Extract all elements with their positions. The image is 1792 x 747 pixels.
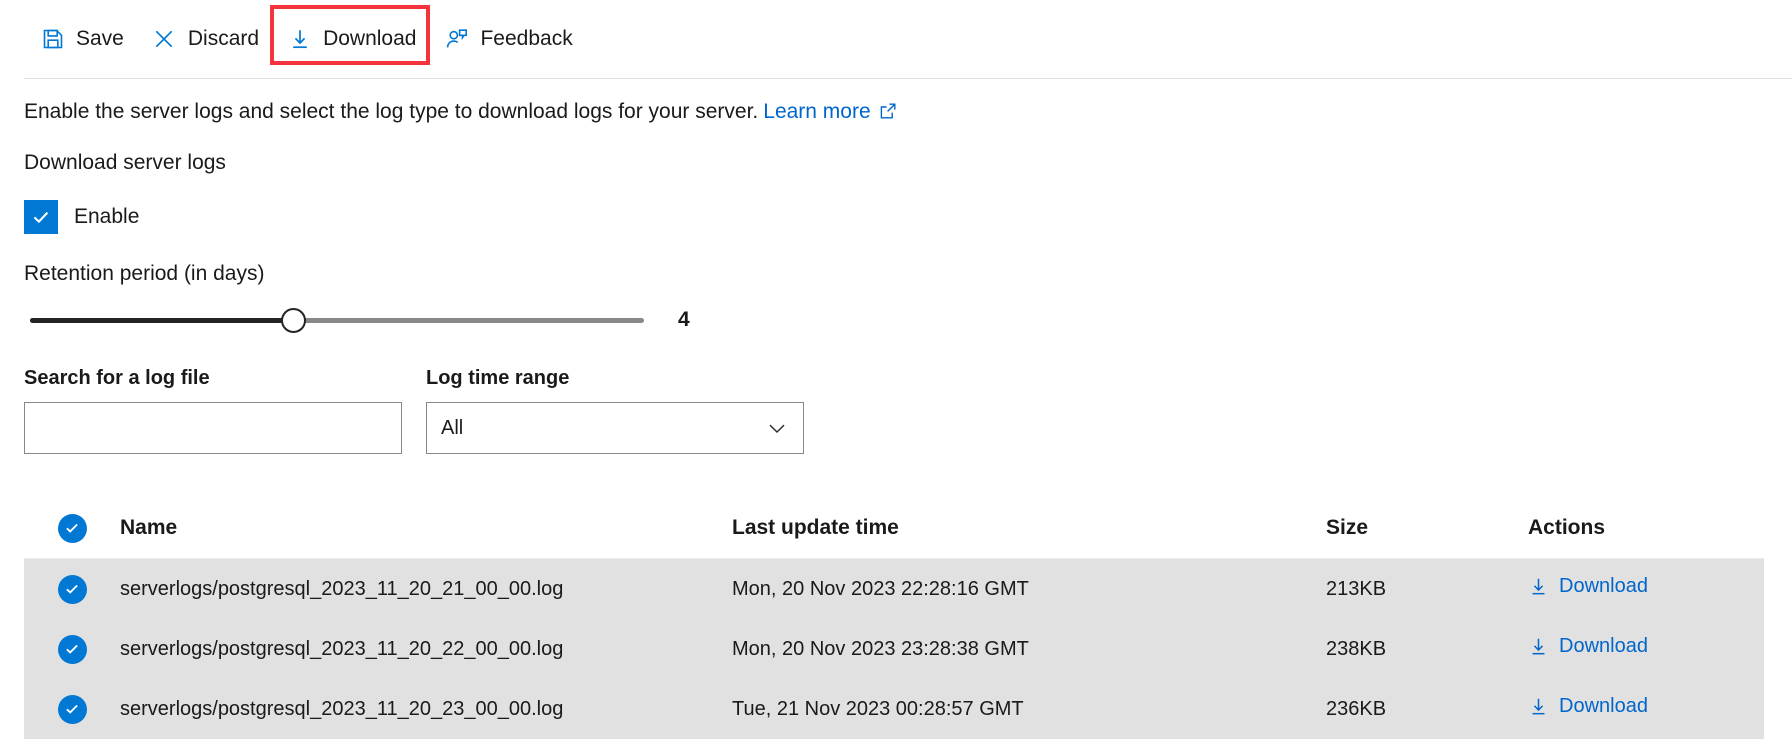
download-icon (1528, 696, 1549, 717)
column-header-size[interactable]: Size (1326, 516, 1528, 540)
retention-slider-row: 4 (24, 303, 1792, 337)
slider-thumb[interactable] (280, 308, 306, 333)
time-range-value: All (441, 416, 464, 439)
discard-label: Discard (187, 27, 260, 50)
cell-last-update: Mon, 20 Nov 2023 23:28:38 GMT (732, 637, 1029, 660)
chevron-down-icon (765, 416, 789, 440)
slider-fill (30, 318, 293, 323)
row-select-cell[interactable] (24, 694, 120, 724)
command-toolbar: Save Discard Download Feedback (0, 0, 1792, 79)
table-row[interactable]: serverlogs/postgresql_2023_11_20_21_00_0… (24, 559, 1764, 619)
cell-size: 236KB (1326, 697, 1387, 720)
retention-period-label: Retention period (in days) (24, 262, 265, 285)
feedback-icon (444, 27, 469, 52)
retention-value: 4 (678, 308, 690, 331)
row-select-cell[interactable] (24, 574, 120, 604)
column-header-name[interactable]: Name (120, 516, 732, 540)
save-icon (40, 27, 65, 52)
row-download-link[interactable]: Download (1528, 695, 1648, 718)
row-checkbox[interactable] (57, 694, 87, 724)
row-download-link[interactable]: Download (1528, 635, 1648, 658)
enable-checkbox[interactable] (24, 200, 58, 234)
filter-controls: Search for a log file Log time range All (24, 367, 1792, 454)
save-label: Save (76, 27, 124, 50)
cell-actions: Download (1528, 575, 1764, 603)
search-input[interactable] (24, 402, 402, 454)
enable-label: Enable (74, 205, 140, 228)
column-header-actions: Actions (1528, 516, 1606, 539)
discard-icon (152, 27, 177, 52)
external-link-icon (879, 102, 897, 124)
cell-last-update: Tue, 21 Nov 2023 00:28:57 GMT (732, 697, 1024, 720)
cell-name: serverlogs/postgresql_2023_11_20_21_00_0… (120, 577, 564, 600)
download-icon (287, 27, 312, 52)
download-server-logs-heading: Download server logs (24, 151, 226, 174)
search-field-group: Search for a log file (24, 367, 402, 454)
row-checkbox[interactable] (57, 634, 87, 664)
row-download-label: Download (1559, 635, 1648, 657)
time-range-dropdown[interactable]: All (426, 402, 804, 454)
row-select-cell[interactable] (24, 634, 120, 664)
feedback-button[interactable]: Feedback (430, 18, 586, 61)
table-row[interactable]: serverlogs/postgresql_2023_11_20_22_00_0… (24, 619, 1764, 679)
save-button[interactable]: Save (26, 18, 138, 61)
row-download-link[interactable]: Download (1528, 575, 1648, 598)
select-all-checkbox[interactable] (57, 513, 87, 543)
table-row[interactable]: serverlogs/postgresql_2023_11_20_23_00_0… (24, 679, 1764, 739)
description-sentence: Enable the server logs and select the lo… (24, 100, 759, 123)
download-button[interactable]: Download (273, 18, 430, 61)
row-checkbox[interactable] (57, 574, 87, 604)
cell-name: serverlogs/postgresql_2023_11_20_22_00_0… (120, 637, 564, 660)
feedback-label: Feedback (480, 27, 573, 50)
select-all-cell[interactable] (24, 513, 120, 543)
cell-size: 213KB (1326, 577, 1387, 600)
download-label: Download (323, 27, 417, 50)
row-download-label: Download (1559, 575, 1648, 597)
learn-more-link[interactable]: Learn more (763, 101, 870, 122)
toolbar-divider (24, 78, 1792, 79)
time-range-label: Log time range (426, 367, 570, 389)
enable-checkbox-row[interactable]: Enable (24, 200, 1792, 234)
cell-last-update: Mon, 20 Nov 2023 22:28:16 GMT (732, 577, 1029, 600)
cell-size: 238KB (1326, 637, 1387, 660)
cell-name: serverlogs/postgresql_2023_11_20_23_00_0… (120, 697, 564, 720)
search-label: Search for a log file (24, 367, 210, 389)
page-content: Enable the server logs and select the lo… (0, 100, 1792, 739)
time-range-field-group: Log time range All (426, 367, 804, 454)
retention-slider[interactable] (24, 303, 650, 337)
cell-actions: Download (1528, 635, 1764, 663)
cell-actions: Download (1528, 695, 1764, 723)
row-download-label: Download (1559, 695, 1648, 717)
table-header-row: Name Last update time Size Actions (24, 498, 1764, 559)
discard-button[interactable]: Discard (138, 18, 273, 61)
download-icon (1528, 636, 1549, 657)
description-text: Enable the server logs and select the lo… (24, 100, 1792, 122)
download-icon (1528, 576, 1549, 597)
column-header-last-update[interactable]: Last update time (732, 516, 1326, 540)
log-files-table: Name Last update time Size Actions serve… (24, 498, 1764, 739)
